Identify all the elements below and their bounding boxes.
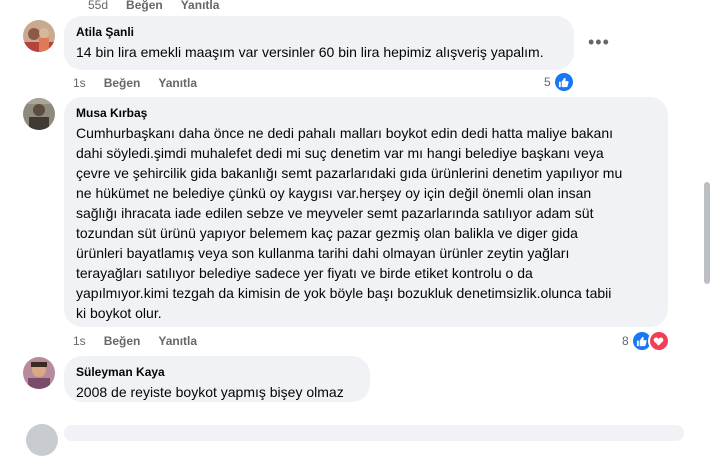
comment-line: ne hükümet ne belediye çünkü oy kaygısı … — [76, 185, 592, 201]
scrollbar[interactable] — [704, 182, 710, 284]
comment-actions: 1s Beğen Yanıtla — [73, 334, 197, 348]
comment-author[interactable]: Süleyman Kaya — [76, 364, 358, 380]
comment-text: 2008 de reyiste boykot yapmış bişey olma… — [76, 384, 344, 400]
reply-link[interactable]: Yanıtla — [158, 76, 197, 90]
reaction-summary[interactable]: 5 — [544, 71, 575, 93]
comment-line: sağlığı ihracata iade edilen sebze ve me… — [76, 205, 594, 221]
comment-time[interactable]: 1s — [73, 334, 86, 348]
comment-actions: 1s Beğen Yanıtla — [73, 76, 197, 90]
like-link[interactable]: Beğen — [104, 76, 141, 90]
comment-line: çevre ve şehircilik gida bakanlığı semt … — [76, 165, 623, 181]
comment-time[interactable]: 55d — [88, 0, 108, 12]
comment-text: 14 bin lira emekli maaşım var versinler … — [76, 44, 544, 60]
comment-line: ki boykot olur. — [76, 305, 162, 321]
comment-line: terayağları satılıyor belediye sadece ye… — [76, 265, 533, 281]
comment-bubble: Süleyman Kaya 2008 de reyiste boykot yap… — [64, 356, 370, 402]
reply-link[interactable]: Yanıtla — [158, 334, 197, 348]
comment-line: Cumhurbaşkanı daha önce ne dedi pahalı m… — [76, 125, 614, 141]
avatar[interactable] — [23, 98, 55, 130]
like-link[interactable]: Beğen — [104, 334, 141, 348]
avatar[interactable] — [23, 20, 55, 52]
comment-line: yapılmıyor.kimi tezgah da kimisin de yok… — [76, 285, 612, 301]
comment-text: Cumhurbaşkanı daha önce ne dedi pahalı m… — [76, 123, 656, 323]
top-comment-actions: 55d Beğen Yanıtla — [88, 0, 219, 12]
comment-line: ürünleri bayatlamış veya son kullanma ta… — [76, 245, 570, 261]
comment-line: dahi söyledi.şimdi muhalefet dedi mi suç… — [76, 145, 604, 161]
like-reaction-icon — [552, 71, 575, 93]
comment-time[interactable]: 1s — [73, 76, 86, 90]
comment-bubble — [64, 425, 684, 441]
like-link[interactable]: Beğen — [126, 0, 163, 12]
reaction-summary[interactable]: 8 — [622, 330, 670, 352]
comment-bubble: Atila Şanli 14 bin lira emekli maaşım va… — [64, 16, 574, 70]
reaction-count: 5 — [544, 75, 551, 89]
avatar[interactable] — [23, 357, 55, 389]
comment-author[interactable]: Musa Kırbaş — [76, 105, 656, 121]
comment-author[interactable]: Atila Şanli — [76, 24, 562, 40]
comment-line: tozundan süt ürünü yapıyor belemem kaç p… — [76, 225, 578, 241]
more-options-icon[interactable]: ••• — [588, 32, 610, 53]
love-reaction-icon — [647, 330, 670, 352]
reply-link[interactable]: Yanıtla — [181, 0, 220, 12]
reaction-count: 8 — [622, 334, 629, 348]
comment-bubble: Musa Kırbaş Cumhurbaşkanı daha önce ne d… — [64, 97, 668, 327]
